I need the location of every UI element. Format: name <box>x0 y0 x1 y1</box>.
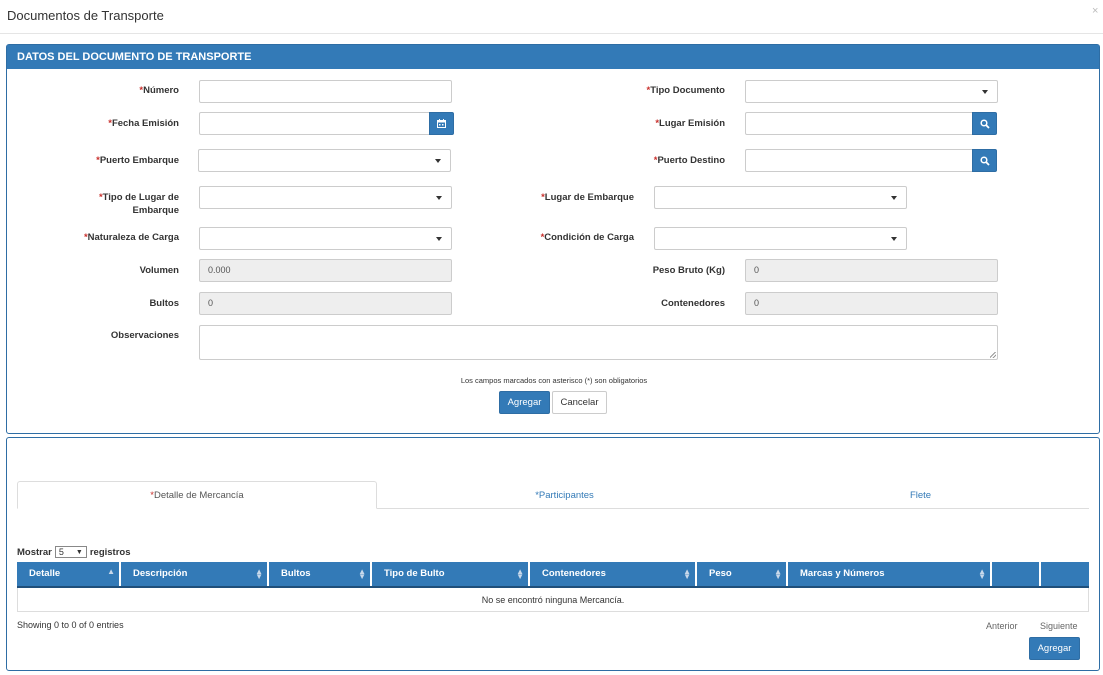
numero-label: *Número <box>139 85 179 96</box>
tab-flete[interactable]: Flete <box>752 481 1089 509</box>
puerto-embarque-select[interactable] <box>198 149 451 172</box>
lugar-embarque-select[interactable] <box>654 186 907 209</box>
pager-previous[interactable]: Anterior <box>986 621 1018 631</box>
column-header-action-1 <box>992 562 1041 586</box>
tab-detalle-mercancia[interactable]: * Detalle de Mercancía <box>17 481 377 509</box>
contenedores-input: 0 <box>745 292 998 315</box>
column-header-descripcion[interactable]: Descripción ▲ ▼ <box>121 562 269 586</box>
length-menu-prefix: Mostrar <box>17 546 52 558</box>
puerto-destino-search-button[interactable] <box>972 149 997 172</box>
bultos-input: 0 <box>199 292 452 315</box>
sort-icon: ▲ <box>107 567 115 576</box>
condicion-carga-select[interactable] <box>654 227 907 250</box>
bultos-label: Bultos <box>149 298 179 309</box>
lugar-emision-search-button[interactable] <box>972 112 997 135</box>
puerto-embarque-label: *Puerto Embarque <box>96 155 179 166</box>
close-icon[interactable]: × <box>1092 5 1098 17</box>
lugar-emision-label: *Lugar Emisión <box>655 118 725 129</box>
column-header-contenedores[interactable]: Contenedores ▲ ▼ <box>530 562 697 586</box>
condicion-carga-label: *Condición de Carga <box>540 232 634 243</box>
peso-bruto-label: Peso Bruto (Kg) <box>652 265 725 276</box>
header-divider <box>0 33 1103 34</box>
volumen-input: 0.000 <box>199 259 452 282</box>
volumen-label: Volumen <box>139 265 179 276</box>
contenedores-label: Contenedores <box>661 298 725 309</box>
numero-input[interactable] <box>199 80 452 103</box>
table-header: Detalle ▲ Descripción ▲ ▼ Bultos ▲ ▼ Tipo de … <box>17 562 1089 588</box>
cancelar-button[interactable]: Cancelar <box>552 391 607 414</box>
lugar-embarque-label: *Lugar de Embarque <box>541 192 634 203</box>
page-length-select[interactable]: 5 ▼ <box>54 546 87 558</box>
tipo-lugar-embarque-select[interactable] <box>199 186 452 209</box>
sort-icon: ▲ ▼ <box>358 567 366 581</box>
column-header-peso[interactable]: Peso ▲ ▼ <box>697 562 788 586</box>
peso-bruto-input: 0 <box>745 259 998 282</box>
sort-icon: ▲ ▼ <box>978 567 986 581</box>
panel-heading: DATOS DEL DOCUMENTO DE TRANSPORTE <box>7 45 1099 69</box>
detail-panel: * Detalle de Mercancía * Participantes Fle… <box>6 437 1100 671</box>
tipo-documento-select[interactable] <box>745 80 998 103</box>
caret-down-icon: ▼ <box>75 548 83 556</box>
required-fields-note: Los campos marcados con asterisco (*) so… <box>460 376 648 385</box>
column-header-detalle[interactable]: Detalle ▲ <box>17 562 121 586</box>
puerto-destino-label: *Puerto Destino <box>653 155 725 166</box>
naturaleza-carga-label: *Naturaleza de Carga <box>83 232 179 243</box>
column-header-marcas-numeros[interactable]: Marcas y Números ▲ ▼ <box>788 562 992 586</box>
fecha-emision-input[interactable] <box>199 112 430 135</box>
calendar-icon <box>437 119 446 128</box>
sort-icon: ▲ ▼ <box>516 567 524 581</box>
column-header-bultos[interactable]: Bultos ▲ ▼ <box>269 562 372 586</box>
length-menu-suffix: registros <box>89 546 131 558</box>
agregar-mercancia-button[interactable]: Agregar <box>1029 637 1080 660</box>
naturaleza-carga-select[interactable] <box>199 227 452 250</box>
column-header-tipo-bulto[interactable]: Tipo de Bulto ▲ ▼ <box>372 562 530 586</box>
table-empty-row: No se encontró ninguna Mercancía. <box>17 588 1089 612</box>
observaciones-label: Observaciones <box>110 330 179 341</box>
search-icon <box>979 118 990 129</box>
sort-icon: ▲ ▼ <box>683 567 691 581</box>
calendar-button[interactable] <box>429 112 454 135</box>
sort-icon: ▲ ▼ <box>255 567 263 581</box>
sort-icon: ▲ ▼ <box>774 567 782 581</box>
search-icon <box>979 155 990 166</box>
modal-title: Documentos de Transporte <box>7 8 164 23</box>
column-header-action-2 <box>1041 562 1089 586</box>
pager-next[interactable]: Siguiente <box>1040 621 1078 631</box>
puerto-destino-input[interactable] <box>745 149 973 172</box>
lugar-emision-input[interactable] <box>745 112 973 135</box>
tipo-documento-label: *Tipo Documento <box>646 85 725 96</box>
agregar-button[interactable]: Agregar <box>499 391 550 414</box>
transport-document-panel: DATOS DEL DOCUMENTO DE TRANSPORTE *Númer… <box>6 44 1100 434</box>
table-info: Showing 0 to 0 of 0 entries <box>17 620 124 630</box>
tab-participantes[interactable]: * Participantes <box>377 481 752 509</box>
observaciones-textarea[interactable] <box>199 325 998 360</box>
length-menu: Mostrar 5 ▼ registros <box>17 546 131 558</box>
tipo-lugar-embarque-label: *Tipo de Lugar de Embarque <box>98 192 179 216</box>
fecha-emision-label: *Fecha Emisión <box>108 118 179 129</box>
